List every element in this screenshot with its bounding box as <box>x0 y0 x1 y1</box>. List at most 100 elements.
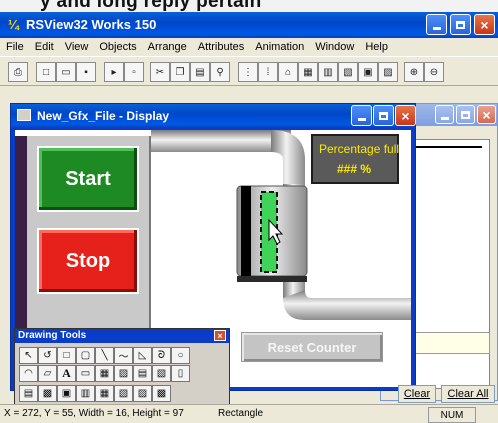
display-title: New_Gfx_File - Display <box>37 109 170 123</box>
polygon-tool[interactable]: ◺ <box>133 347 152 364</box>
close-icon: × <box>482 106 491 123</box>
clear-button[interactable]: Clear <box>398 385 436 403</box>
rectangle-tool[interactable]: □ <box>57 347 76 364</box>
bg-minimize-button[interactable] <box>435 105 454 124</box>
find-icon[interactable]: ⚲ <box>210 62 230 82</box>
display-window-icon <box>17 109 31 121</box>
menu-animation[interactable]: Animation <box>255 41 304 53</box>
zoom-out-icon[interactable]: ⊖ <box>424 62 444 82</box>
indicator-tool[interactable]: ▦ <box>95 385 114 402</box>
tank-base <box>237 276 307 282</box>
clear-all-button[interactable]: Clear All <box>441 385 495 403</box>
text-tool[interactable]: A <box>57 365 76 382</box>
print-icon[interactable]: ⎙ <box>8 62 28 82</box>
drawing-tools-title-bar[interactable]: Drawing Tools × <box>15 329 229 343</box>
test-icon[interactable]: ▫ <box>124 62 144 82</box>
select-tool[interactable]: ↖ <box>19 347 38 364</box>
maximize-icon <box>461 110 470 119</box>
drawing-tools-close-icon[interactable]: × <box>214 330 226 341</box>
stop-button[interactable]: Stop <box>37 228 139 294</box>
bg-close-button[interactable]: × <box>477 105 496 124</box>
status-object-type: Rectangle <box>218 408 264 419</box>
freehand-tool[interactable]: ᘐ <box>152 347 171 364</box>
spreadsheet-tool[interactable]: ▥ <box>76 385 95 402</box>
ungroup-icon[interactable]: ▨ <box>378 62 398 82</box>
bitmap-tool[interactable]: ▤ <box>19 385 38 402</box>
paste-icon[interactable]: ▤ <box>190 62 210 82</box>
percentage-title: Percentage full <box>319 142 400 156</box>
arc-tool[interactable]: ◠ <box>19 365 38 382</box>
rotate-tool[interactable]: ↺ <box>38 347 57 364</box>
menu-attributes[interactable]: Attributes <box>198 41 244 53</box>
tag-icon[interactable]: ⌂ <box>278 62 298 82</box>
start-button[interactable]: Start <box>37 146 139 212</box>
align-icon[interactable]: ▧ <box>338 62 358 82</box>
zoom-in-icon[interactable]: ⊕ <box>404 62 424 82</box>
close-button[interactable]: × <box>474 14 495 35</box>
polyline-tool[interactable]: 〜 <box>114 347 133 364</box>
activex-tool[interactable]: ▩ <box>152 385 171 402</box>
status-bar: X = 272, Y = 55, Width = 16, Height = 97… <box>0 404 498 423</box>
menu-objects[interactable]: Objects <box>99 41 136 53</box>
trend-tool[interactable]: ▩ <box>38 385 57 402</box>
inlet-pipe-bend <box>271 130 305 184</box>
app-title: RSView32 Works 150 <box>26 17 157 32</box>
line-tool[interactable]: ╲ <box>95 347 114 364</box>
menu-window[interactable]: Window <box>315 41 354 53</box>
drawing-tools-title: Drawing Tools <box>18 330 87 341</box>
minimize-button[interactable] <box>426 14 447 35</box>
wedge-tool[interactable]: ▱ <box>38 365 57 382</box>
menu-bar: File Edit View Objects Arrange Attribute… <box>0 38 498 56</box>
new-icon[interactable]: □ <box>36 62 56 82</box>
percentage-value: ### % <box>337 162 372 176</box>
save-icon[interactable]: ▪ <box>76 62 96 82</box>
string-display-tool[interactable]: ▭ <box>76 365 95 382</box>
display-close-button[interactable]: × <box>395 105 416 126</box>
close-icon: × <box>480 16 489 33</box>
menu-help[interactable]: Help <box>365 41 388 53</box>
snap-icon[interactable]: ⁞ <box>258 62 278 82</box>
bg-maximize-button[interactable] <box>456 105 475 124</box>
maximize-icon <box>379 111 388 120</box>
menu-view[interactable]: View <box>65 41 89 53</box>
open-icon[interactable]: ▭ <box>56 62 76 82</box>
menu-arrange[interactable]: Arrange <box>148 41 187 53</box>
minimize-icon <box>440 116 449 120</box>
menu-edit[interactable]: Edit <box>35 41 54 53</box>
display-title-bar[interactable]: New_Gfx_File - Display × <box>11 104 416 128</box>
maximize-button[interactable] <box>450 14 471 35</box>
alarm-summary-tool[interactable]: ▣ <box>57 385 76 402</box>
library-icon[interactable]: ▦ <box>298 62 318 82</box>
graph-tool[interactable]: ▨ <box>133 385 152 402</box>
cut-icon[interactable]: ✂ <box>150 62 170 82</box>
panel-tool[interactable]: ▯ <box>171 365 190 382</box>
inlet-pipe-horizontal <box>151 130 291 152</box>
maximize-icon <box>456 20 465 29</box>
app-logo-icon: ¼ <box>8 17 19 32</box>
string-input-tool[interactable]: ▤ <box>133 365 152 382</box>
display-minimize-button[interactable] <box>351 105 372 126</box>
numeric-display-tool[interactable]: ▦ <box>95 365 114 382</box>
menu-file[interactable]: File <box>6 41 24 53</box>
outlet-pipe-bend <box>283 290 411 320</box>
numeric-input-tool[interactable]: ▨ <box>114 365 133 382</box>
ellipse-tool[interactable]: ○ <box>171 347 190 364</box>
rounded-rectangle-tool[interactable]: ▢ <box>76 347 95 364</box>
app-title-bar[interactable]: ¼ RSView32 Works 150 × <box>0 12 498 38</box>
grid2-icon[interactable]: ▥ <box>318 62 338 82</box>
clear-label: Clear <box>403 388 431 400</box>
drawing-tools-palette: Drawing Tools × ↖ ↺ □ ▢ ╲ 〜 ◺ ᘐ ○ ◠ ▱ A … <box>14 328 230 412</box>
copy-icon[interactable]: ❐ <box>170 62 190 82</box>
percentage-display: Percentage full ### % <box>311 134 399 184</box>
run-icon[interactable]: ▸ <box>104 62 124 82</box>
button-tool[interactable]: ▧ <box>152 365 171 382</box>
status-coordinates: X = 272, Y = 55, Width = 16, Height = 97 <box>4 408 184 419</box>
display-maximize-button[interactable] <box>373 105 394 126</box>
group-icon[interactable]: ▣ <box>358 62 378 82</box>
minimize-icon <box>432 27 441 30</box>
gauge-tool[interactable]: ▧ <box>114 385 133 402</box>
grid-icon[interactable]: ⋮ <box>238 62 258 82</box>
cropped-heading-text: y and long reply pertain <box>40 0 262 12</box>
reset-counter-button[interactable]: Reset Counter <box>241 332 383 362</box>
rsview-main-window: ¼ RSView32 Works 150 × File Edit View Ob… <box>0 12 498 423</box>
